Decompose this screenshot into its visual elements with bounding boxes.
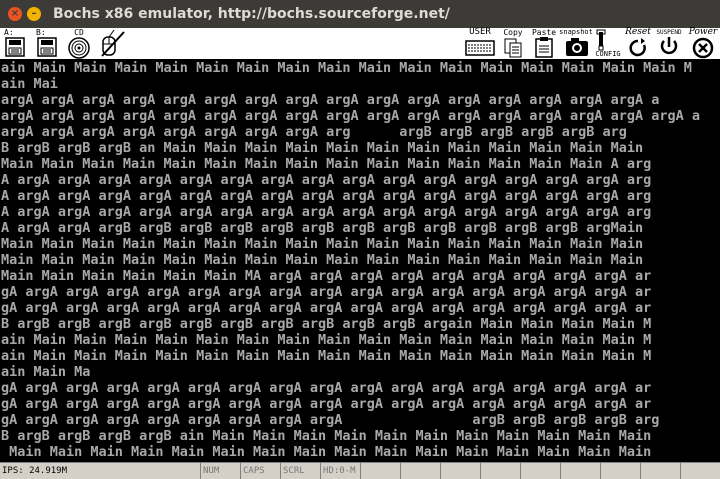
keyboard-icon [465, 40, 495, 56]
user-button[interactable]: USER [464, 28, 496, 59]
screen-text: ain Main Main Main Main Main Main Main M… [1, 60, 700, 460]
floppy-drive-icon [5, 37, 25, 57]
suspend-power-icon [660, 37, 678, 55]
paste-icon [535, 37, 553, 58]
floppy-drive-icon [37, 37, 57, 57]
status-slot [560, 463, 600, 479]
status-slot [520, 463, 560, 479]
snapshot-button[interactable]: snapshot [558, 28, 594, 59]
status-bar: IPS: 24.919M NUM CAPS SCRL HD:0-M [0, 462, 720, 479]
floppy-b-button[interactable]: B: [36, 28, 58, 59]
power-button[interactable]: Power [688, 28, 718, 59]
paste-button[interactable]: Paste [531, 28, 557, 59]
cdrom-disc-icon [68, 37, 90, 59]
window-title: Bochs x86 emulator, http://bochs.sourcef… [53, 6, 450, 22]
toolbar: A: B: CD USER Copy Paste snapshot CONFIG… [0, 28, 720, 60]
config-button[interactable]: CONFIG [593, 28, 623, 59]
power-icon [692, 37, 714, 59]
copy-icon [504, 38, 522, 58]
title-bar: × – Bochs x86 emulator, http://bochs.sou… [0, 0, 720, 28]
ips-indicator: IPS: 24.919M [2, 466, 68, 476]
status-slot [360, 463, 400, 479]
camera-icon [566, 38, 588, 56]
status-slot [480, 463, 520, 479]
scroll-lock-indicator: SCRL [280, 463, 320, 479]
status-slot [600, 463, 640, 479]
close-icon: × [10, 8, 20, 19]
status-slot [640, 463, 680, 479]
cdrom-button[interactable]: CD [66, 28, 92, 59]
reset-icon [629, 38, 646, 57]
floppy-a-button[interactable]: A: [4, 28, 26, 59]
status-slot [680, 463, 720, 479]
minimize-icon: – [31, 8, 37, 19]
mouse-icon [101, 29, 125, 57]
close-window-button[interactable]: × [8, 7, 22, 21]
copy-button[interactable]: Copy [500, 28, 526, 59]
reset-button[interactable]: Reset [624, 28, 652, 59]
status-slot [440, 463, 480, 479]
mouse-capture-button[interactable] [98, 28, 126, 59]
hard-disk-indicator: HD:0-M [320, 463, 360, 479]
config-label: CONFIG [595, 50, 621, 58]
suspend-button[interactable]: SUSPEND [652, 28, 686, 59]
caps-lock-indicator: CAPS [240, 463, 280, 479]
minimize-window-button[interactable]: – [27, 7, 41, 21]
num-lock-indicator: NUM [200, 463, 240, 479]
emulator-screen[interactable]: ain Main Main Main Main Main Main Main M… [0, 60, 720, 460]
status-slot [400, 463, 440, 479]
